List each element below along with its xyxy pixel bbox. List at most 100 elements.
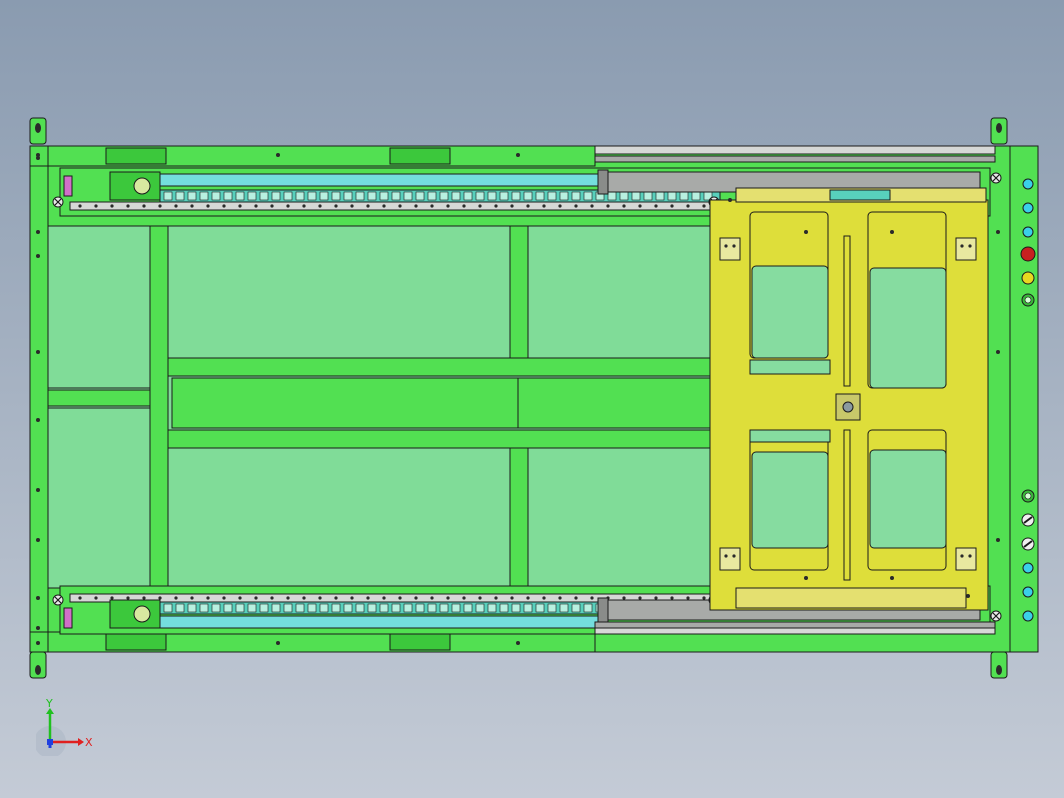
left-cross-beam: [47, 389, 151, 407]
cable-chain-link: [355, 603, 365, 613]
emergency-stop-icon: [1020, 246, 1036, 262]
cable-chain-link: [379, 191, 389, 201]
outer-slide-rail: [594, 145, 996, 155]
machine-assembly: [29, 117, 1039, 679]
screw-hole: [574, 596, 578, 600]
y-axis-label: Y: [45, 697, 53, 710]
cable-chain-link: [379, 603, 389, 613]
center-guide-upper: [843, 235, 851, 387]
indicator-lens: [1022, 586, 1034, 598]
cad-viewport[interactable]: X Y: [0, 0, 1064, 798]
indicator-lens: [1022, 202, 1034, 214]
screw-hole: [94, 204, 98, 208]
screw-hole: [36, 488, 40, 492]
cable-chain-link: [535, 603, 545, 613]
screw-hole: [302, 596, 306, 600]
cable-chain-link: [463, 191, 473, 201]
screw-hole: [126, 596, 130, 600]
cable-chain-link: [439, 603, 449, 613]
cable-chain-link: [211, 603, 221, 613]
center-guide-lower: [843, 429, 851, 581]
mounting-slot: [35, 665, 41, 675]
cable-chain-link: [643, 191, 653, 201]
screw-hole: [654, 204, 658, 208]
cable-chain-link: [259, 191, 269, 201]
cable-chain-link: [391, 191, 401, 201]
cable-chain-link: [607, 191, 617, 201]
cable-chain-link: [583, 191, 593, 201]
cable-chain-link: [271, 191, 281, 201]
screw-hole: [478, 596, 482, 600]
opening-sliver: [749, 359, 831, 375]
bolt-head: [52, 594, 64, 606]
cable-chain-link: [331, 603, 341, 613]
screw-hole: [36, 156, 40, 160]
cable-chain-link: [511, 603, 521, 613]
cable-chain-link: [559, 603, 569, 613]
cable-chain-link: [367, 191, 377, 201]
cable-chain-link: [511, 191, 521, 201]
indicator-light-icon: [1022, 178, 1034, 190]
axis-triad: X Y: [36, 697, 93, 756]
screw-hole: [318, 204, 322, 208]
cable-chain-link: [691, 191, 701, 201]
cable-chain-link: [655, 191, 665, 201]
screw-hole: [222, 204, 226, 208]
screw-hole: [702, 204, 706, 208]
carriage-opening: [751, 265, 829, 359]
upper-horizontal-beam: [167, 357, 711, 377]
indicator-lens: [1021, 271, 1035, 285]
screw-hole: [890, 576, 894, 580]
screw-hole: [36, 418, 40, 422]
opening-sliver: [749, 429, 831, 443]
outer-slide-rail-inner: [594, 621, 996, 629]
cable-chain-link: [223, 191, 233, 201]
cable-chain-link: [475, 191, 485, 201]
screw-hole: [804, 576, 808, 580]
screw-hole: [996, 350, 1000, 354]
screw-hole: [270, 204, 274, 208]
cable-chain-link: [163, 191, 173, 201]
cable-chain-link: [187, 603, 197, 613]
cable-chain-link: [403, 191, 413, 201]
indicator-light-icon: [1022, 586, 1034, 598]
lower-right-panel: [527, 447, 711, 589]
screw-hole: [430, 596, 434, 600]
cable-chain-link: [295, 191, 305, 201]
cable-chain-link: [547, 603, 557, 613]
end-stop-block: [63, 175, 73, 197]
motor-pulley: [133, 177, 151, 195]
cable-chain-link: [499, 603, 509, 613]
indicator-lens: [1022, 226, 1034, 238]
screw-hole: [366, 596, 370, 600]
timing-belt: [159, 615, 601, 629]
cable-chain-link: [247, 191, 257, 201]
screw-hole: [446, 596, 450, 600]
screw-hole: [78, 596, 82, 600]
indicator-light-icon: [1022, 202, 1034, 214]
screw-hole: [478, 204, 482, 208]
motor-pulley: [133, 605, 151, 623]
indicator-lens: [1022, 610, 1034, 622]
indicator-lens: [1022, 178, 1034, 190]
cable-chain-link: [235, 603, 245, 613]
screw-hole: [334, 204, 338, 208]
screw-hole: [494, 204, 498, 208]
cable-chain-link: [199, 191, 209, 201]
bolt-head: [52, 196, 64, 208]
lower-mid-panel: [167, 447, 511, 589]
cable-chain-link: [571, 603, 581, 613]
cable-chain-link: [307, 603, 317, 613]
screw-hole: [446, 204, 450, 208]
screw-hole: [526, 596, 530, 600]
indicator-center: [1024, 492, 1032, 500]
screw-hole: [968, 554, 972, 558]
screw-hole: [398, 204, 402, 208]
cylinder-end-cap: [597, 169, 609, 195]
screw-hole: [542, 596, 546, 600]
screw-hole: [414, 204, 418, 208]
screw-hole: [622, 204, 626, 208]
cable-chain-link: [319, 191, 329, 201]
carriage-top-pad: [829, 189, 891, 201]
screw-hole: [430, 204, 434, 208]
